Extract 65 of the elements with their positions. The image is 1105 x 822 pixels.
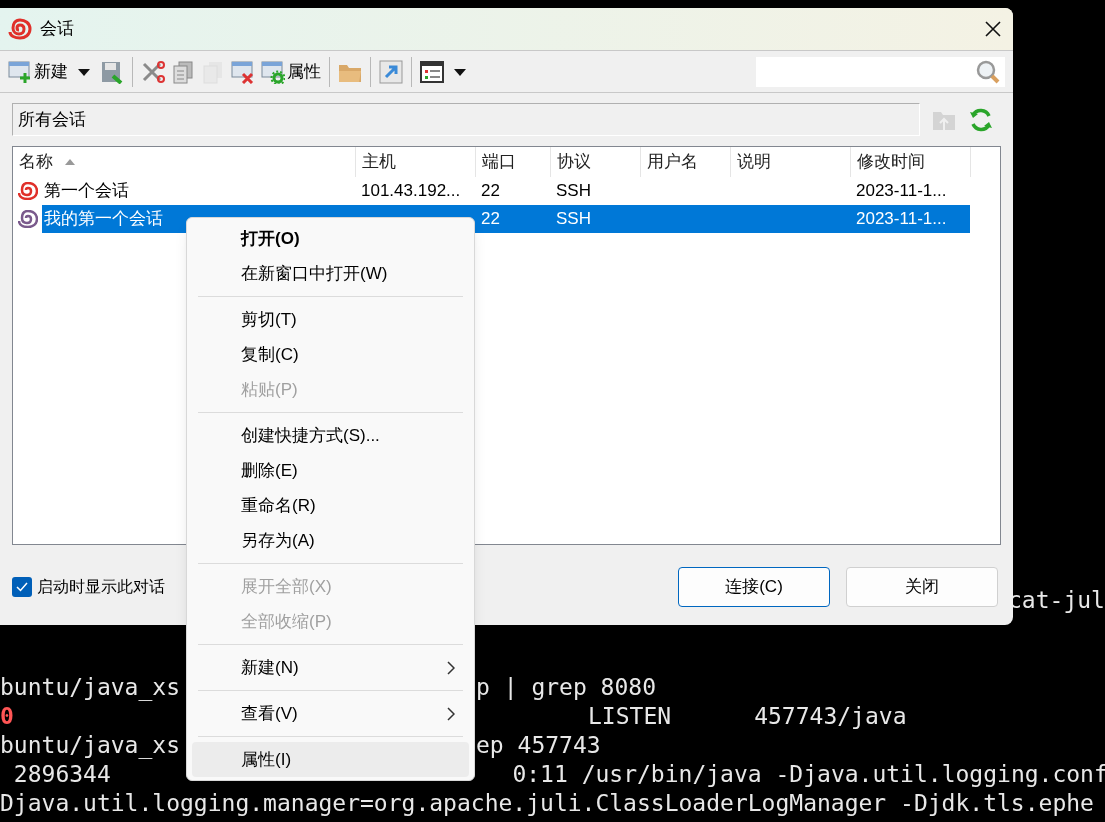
column-header[interactable]: 说明 <box>731 147 851 177</box>
caret-icon[interactable] <box>454 67 466 76</box>
save-button[interactable] <box>100 59 124 84</box>
shortcut-button[interactable] <box>379 59 403 84</box>
table-cell-text: 101.43.192... <box>361 180 461 203</box>
documents-icon <box>171 59 195 84</box>
cut-button[interactable] <box>141 59 165 84</box>
table-row[interactable]: 第一个会话 101.43.192... 22 SSH 2023-11-1... <box>42 177 970 205</box>
caret-icon[interactable] <box>78 67 90 76</box>
search-field[interactable] <box>756 56 1005 87</box>
terminal-text: LISTEN 457743/java <box>588 702 907 731</box>
checkbox[interactable] <box>12 577 32 597</box>
column-header[interactable]: 修改时间 <box>851 147 971 177</box>
column-header[interactable]: 端口 <box>476 147 551 177</box>
terminal-text: 2896344 <box>12 760 111 789</box>
scissors-icon <box>141 59 165 84</box>
column-header[interactable]: 名称 <box>13 147 356 177</box>
window-cross-icon <box>231 59 255 84</box>
search-icon <box>975 58 1001 85</box>
table-cell-text: 2023-11-1... <box>856 208 947 231</box>
snail-shell-icon <box>8 18 32 40</box>
floppy-disk-icon <box>100 59 124 84</box>
close-icon[interactable] <box>985 21 1001 37</box>
table-cell-text: SSH <box>556 180 591 203</box>
view-button[interactable] <box>420 59 444 84</box>
menu-item[interactable]: 在新窗口中打开(W) <box>192 256 469 291</box>
menu-item[interactable]: 新建(N) <box>192 650 469 685</box>
refresh-icon[interactable] <box>968 106 994 133</box>
properties-button[interactable]: 属性 <box>261 58 321 85</box>
list-view-icon <box>420 59 444 84</box>
path-field[interactable]: 所有会话 <box>12 103 920 136</box>
terminal-text: 0:11 /usr/bin/java -Djava.util.logging.conf <box>512 760 1105 789</box>
checkbox-label: 启动时显示此对话 <box>37 577 165 597</box>
table-cell-text: 2023-11-1... <box>856 180 947 203</box>
new-button[interactable]: 新建 <box>8 58 68 85</box>
window-gear-icon <box>261 59 285 84</box>
menu-item[interactable]: 复制(C) <box>192 337 469 372</box>
menu-item[interactable]: 创建快捷方式(S)... <box>192 418 469 453</box>
table-cell-text: 我的第一个会话 <box>44 208 163 231</box>
terminal-text: p | grep 8080 <box>476 673 656 702</box>
terminal-text: buntu/java_xs <box>0 731 180 760</box>
window-plus-icon <box>8 59 32 84</box>
menu-item[interactable]: 删除(E) <box>192 453 469 488</box>
menu-item[interactable]: 重命名(R) <box>192 488 469 523</box>
table-cell-text: 第一个会话 <box>44 180 129 203</box>
dialog-button[interactable]: 连接(C) <box>678 567 830 607</box>
menu-item[interactable]: 属性(I) <box>192 742 469 777</box>
terminal-text: ep 457743 <box>476 731 601 760</box>
menu-item[interactable]: 查看(V) <box>192 696 469 731</box>
terminal-text: Djava.util.logging.manager=org.apache.juli.ClassLoaderLogManager -Djdk.tls.ephe <box>0 789 1094 818</box>
window-title: 会话 <box>40 18 74 41</box>
terminal-text: 0 <box>0 702 14 731</box>
delete-button[interactable] <box>231 59 255 84</box>
dialog-button[interactable]: 关闭 <box>846 567 998 607</box>
table-cell-text: SSH <box>556 208 591 231</box>
terminal-text: buntu/java_xs <box>0 673 180 702</box>
column-header[interactable]: 协议 <box>551 147 641 177</box>
copy-button[interactable] <box>171 59 195 84</box>
checkmark-icon <box>16 582 28 592</box>
column-header[interactable]: 主机 <box>356 147 476 177</box>
table-cell-text: 22 <box>481 180 500 203</box>
menu-item[interactable]: 剪切(T) <box>192 302 469 337</box>
menu-item[interactable]: 另存为(A) <box>192 523 469 558</box>
column-header[interactable]: 用户名 <box>641 147 731 177</box>
table-cell-text: 22 <box>481 208 500 231</box>
